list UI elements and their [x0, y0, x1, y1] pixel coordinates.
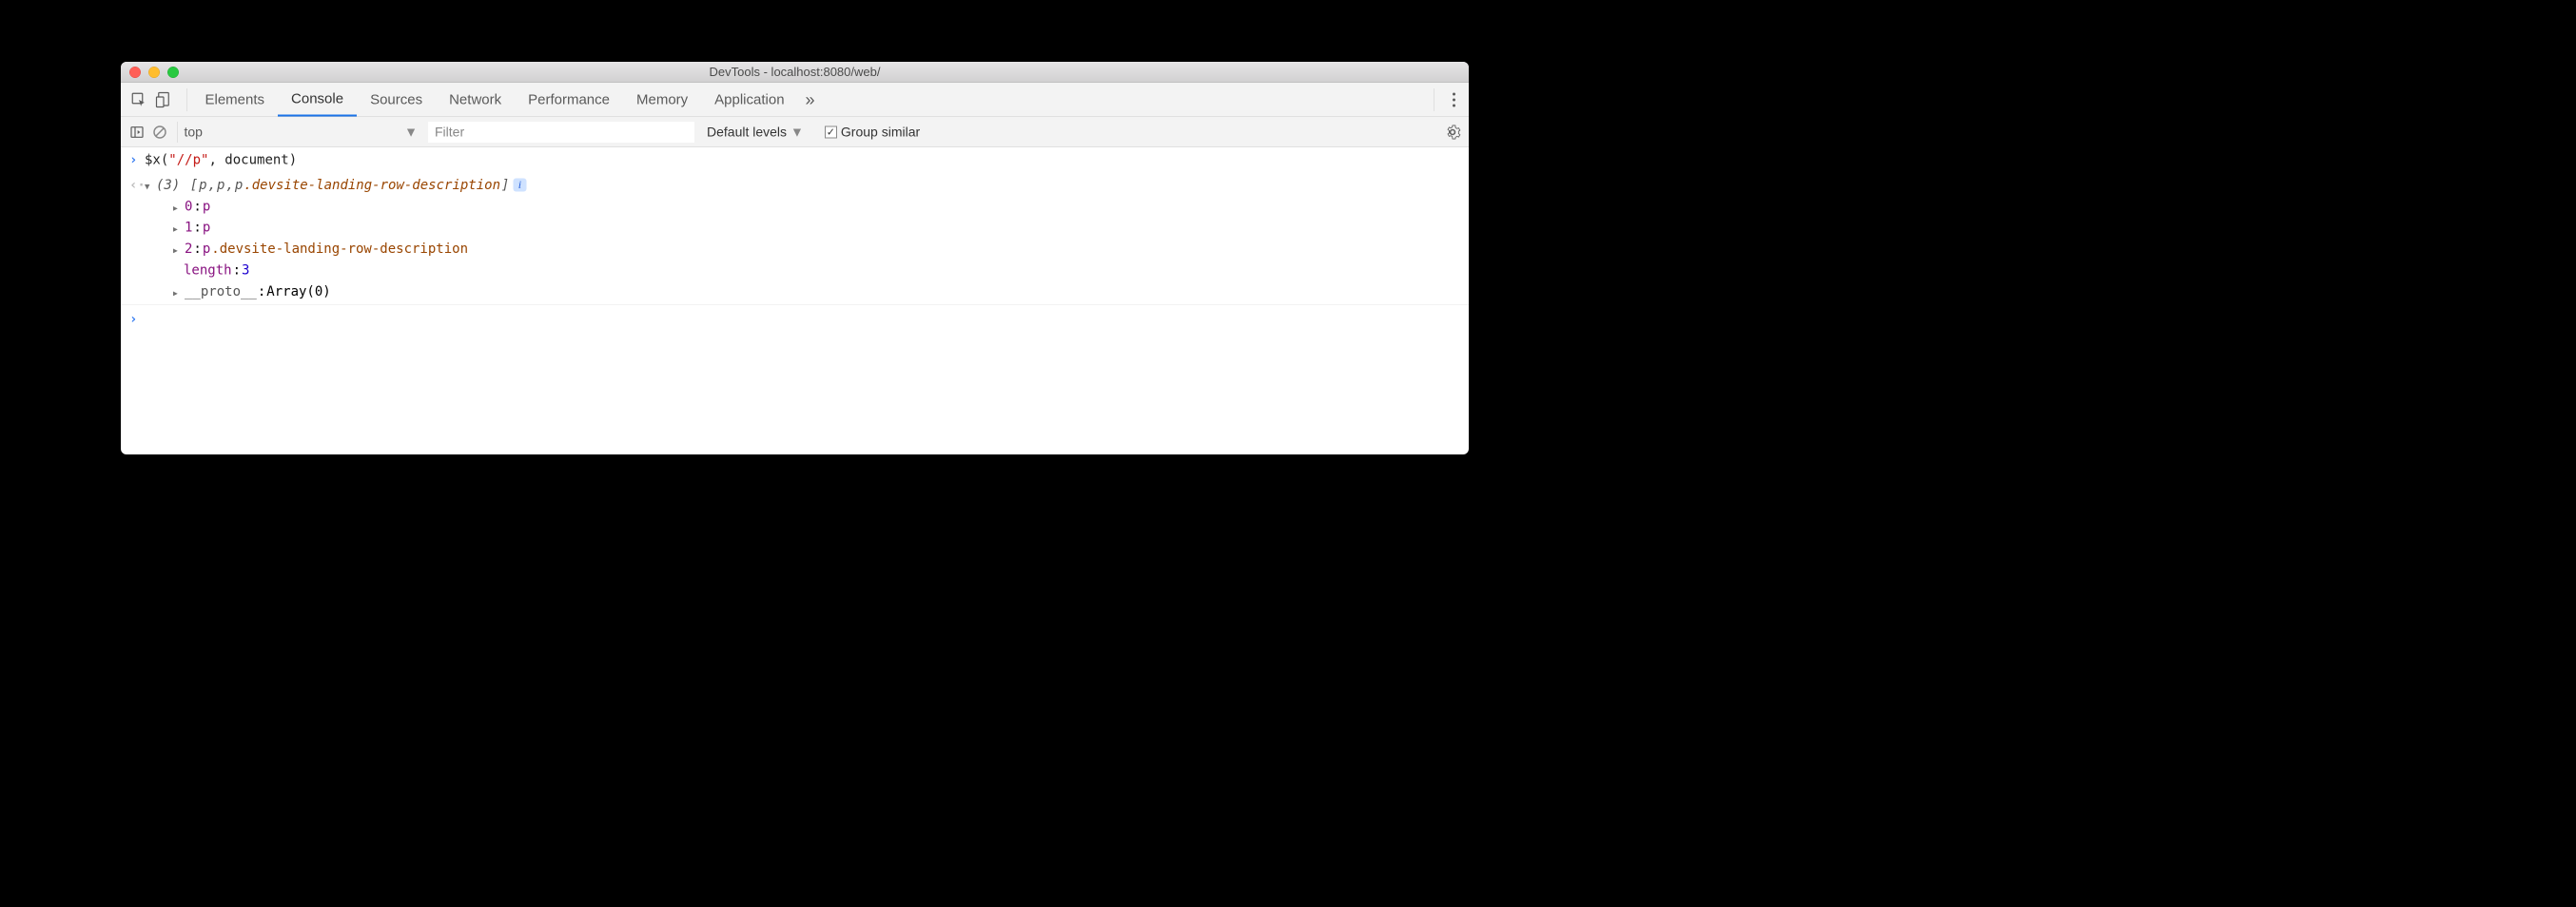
console-output[interactable]: (3) [ p, p, p.devsite-landing-row-descri…: [145, 174, 1463, 301]
array-item[interactable]: 2: p.devsite-landing-row-description: [154, 239, 1463, 260]
console-input[interactable]: [145, 308, 1463, 329]
console-body: › $x("//p", document) ‹· (3) [ p, p, p.d…: [121, 147, 1469, 337]
tab-console[interactable]: Console: [278, 83, 357, 117]
divider: [186, 88, 187, 111]
tabs-overflow-button[interactable]: »: [798, 89, 823, 109]
tab-sources[interactable]: Sources: [357, 83, 436, 117]
device-toolbar-icon[interactable]: [154, 90, 173, 109]
tab-application[interactable]: Application: [701, 83, 797, 117]
levels-label: Default levels: [707, 125, 787, 140]
console-prompt[interactable]: ›: [121, 304, 1469, 336]
disclosure-triangle-icon[interactable]: [173, 239, 184, 260]
divider: [1434, 88, 1435, 111]
titlebar: DevTools - localhost:8080/web/: [121, 62, 1469, 83]
clear-console-icon[interactable]: [150, 123, 169, 142]
toggle-sidebar-icon[interactable]: [127, 123, 146, 142]
group-similar-label: Group similar: [841, 125, 920, 140]
array-summary[interactable]: (3) [ p, p, p.devsite-landing-row-descri…: [145, 174, 1463, 195]
disclosure-triangle-icon[interactable]: [173, 280, 184, 301]
disclosure-triangle-icon[interactable]: [145, 174, 155, 195]
proto-property[interactable]: __proto__: Array(0): [154, 280, 1463, 301]
group-similar-toggle[interactable]: ✓ Group similar: [816, 125, 928, 140]
console-input-row: › $x("//p", document): [121, 147, 1469, 172]
length-property: length: 3: [154, 260, 1463, 280]
window-title: DevTools - localhost:8080/web/: [121, 65, 1469, 80]
console-settings-icon[interactable]: [1443, 123, 1462, 142]
console-output-row: ‹· (3) [ p, p, p.devsite-landing-row-des…: [121, 172, 1469, 303]
tab-network[interactable]: Network: [436, 83, 515, 117]
tab-elements[interactable]: Elements: [192, 83, 279, 117]
info-badge-icon[interactable]: i: [513, 179, 526, 192]
settings-menu-button[interactable]: [1439, 92, 1469, 106]
tab-memory[interactable]: Memory: [623, 83, 701, 117]
prompt-chevron-icon: ›: [129, 308, 145, 329]
console-toolbar: top ▼ Default levels ▼ ✓ Group similar: [121, 117, 1469, 147]
checkbox-icon: ✓: [825, 125, 837, 138]
log-levels-selector[interactable]: Default levels ▼: [698, 125, 812, 140]
array-expanded: 0: p 1: p 2: p.devsite-landing-row-descr…: [145, 196, 1463, 302]
chevron-down-icon: ▼: [790, 125, 804, 140]
output-chevron-icon: ‹·: [129, 174, 145, 301]
context-selector[interactable]: top ▼: [177, 122, 424, 143]
devtools-window: DevTools - localhost:8080/web/ Elements …: [121, 62, 1469, 454]
input-chevron-icon: ›: [129, 149, 145, 170]
tab-performance[interactable]: Performance: [515, 83, 623, 117]
context-value: top: [185, 125, 203, 140]
console-input-code: $x("//p", document): [145, 149, 1463, 170]
filter-input[interactable]: [428, 122, 694, 143]
array-item[interactable]: 0: p: [154, 196, 1463, 217]
array-length-summary: (3): [156, 174, 180, 195]
inspect-element-icon[interactable]: [129, 90, 148, 109]
array-item[interactable]: 1: p: [154, 217, 1463, 238]
disclosure-triangle-icon[interactable]: [173, 196, 184, 217]
disclosure-triangle-icon[interactable]: [173, 217, 184, 238]
chevron-down-icon: ▼: [404, 125, 418, 140]
tabs-bar: Elements Console Sources Network Perform…: [121, 83, 1469, 117]
